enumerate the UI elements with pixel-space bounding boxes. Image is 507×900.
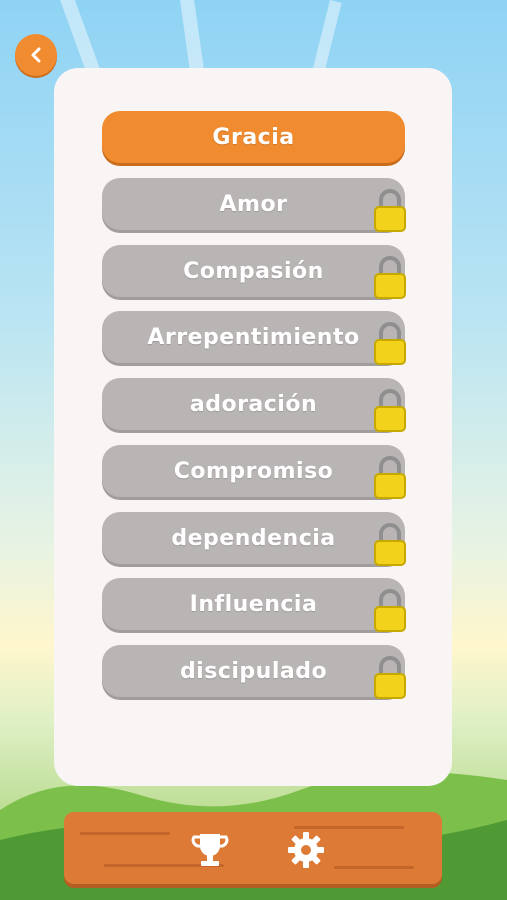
lock-icon [374,389,406,432]
lock-icon [374,523,406,566]
level-button[interactable]: Arrepentimiento [102,311,406,365]
lock-icon [374,189,406,232]
level-button[interactable]: discipulado [102,645,406,699]
trophy-icon[interactable] [190,830,230,870]
wood-grain [294,826,404,829]
level-label: Gracia [212,124,295,150]
wood-grain [80,832,170,835]
level-label: discipulado [179,658,328,684]
level-button[interactable]: Influencia [102,578,406,632]
lock-icon [374,656,406,699]
lock-icon [374,456,406,499]
level-label: Arrepentimiento [147,324,360,350]
gear-icon[interactable] [286,830,326,870]
level-button[interactable]: Compasión [102,245,406,299]
level-label: Compromiso [173,458,334,484]
level-label: dependencia [171,525,336,551]
level-button[interactable]: Amor [102,178,406,232]
footer-wood-bar [64,812,442,884]
lock-icon [374,322,406,365]
level-button[interactable]: Gracia [102,111,405,163]
back-button[interactable] [15,34,57,76]
wood-plank [64,812,442,884]
chevron-left-icon [31,47,41,63]
level-label: Compasión [183,258,324,284]
level-button[interactable]: Compromiso [102,445,406,499]
lock-icon [374,256,406,299]
level-button[interactable]: dependencia [102,512,406,566]
level-label: Influencia [189,591,318,617]
level-button[interactable]: adoración [102,378,406,432]
level-label: Amor [219,191,288,217]
level-label: adoración [189,391,318,417]
wood-grain [334,866,414,869]
lock-icon [374,589,406,632]
